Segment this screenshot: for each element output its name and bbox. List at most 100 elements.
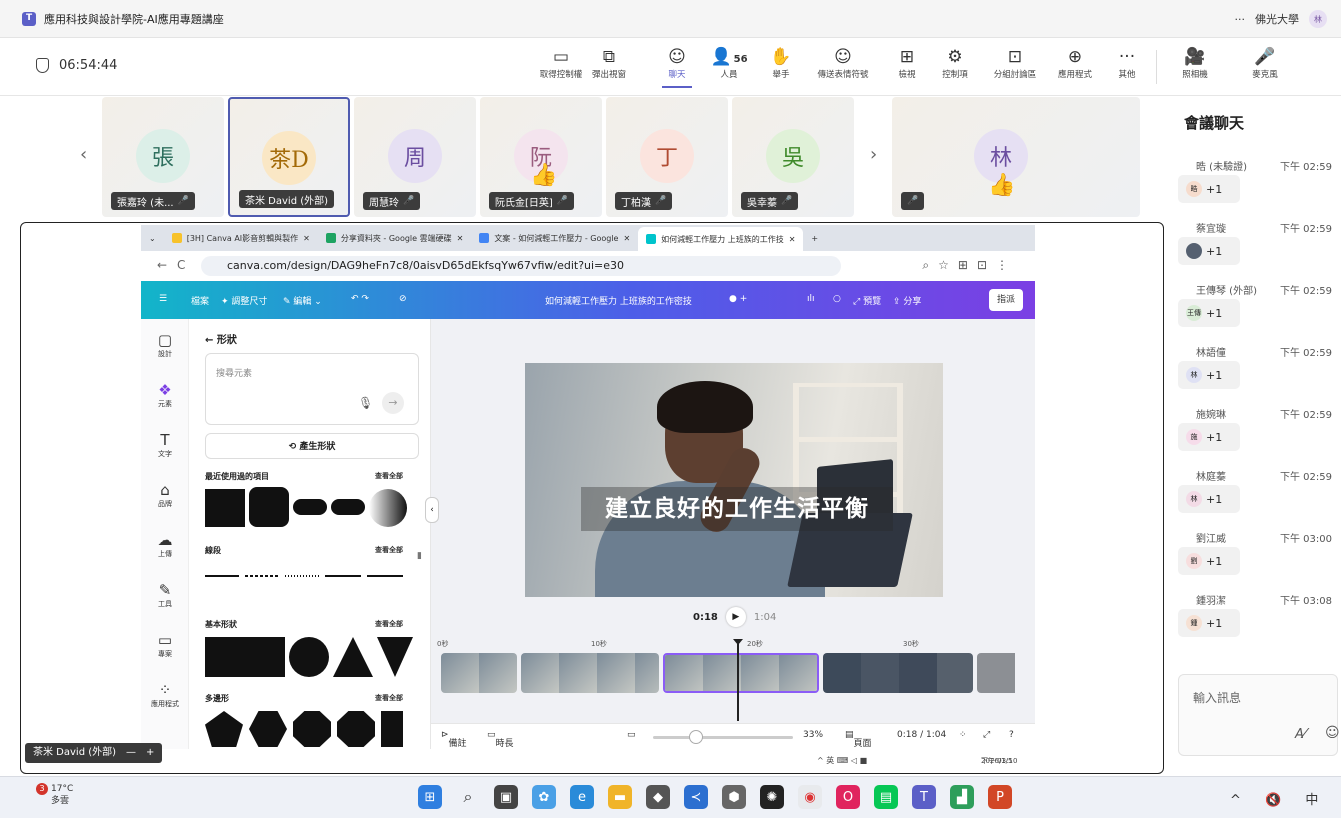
duration-button[interactable]: ▭ 時長: [487, 730, 514, 749]
collaborator-avatar[interactable]: ● +: [729, 294, 747, 304]
rail-item[interactable]: ✎ 工具: [141, 581, 189, 609]
shape-inverted-triangle[interactable]: [377, 637, 413, 677]
play-icon[interactable]: ▶: [725, 607, 746, 627]
shape-rounded-square[interactable]: [249, 487, 289, 527]
chat-message[interactable]: 王傳琴 (外部) 下午 02:59 王傳 +1: [1178, 282, 1338, 334]
timeline-clip[interactable]: [977, 653, 1033, 693]
gallery-next-icon[interactable]: ›: [870, 144, 877, 165]
chat-message[interactable]: 鍾羽潔 下午 03:08 鍾 +1: [1178, 592, 1338, 644]
line-arrow[interactable]: [325, 575, 361, 577]
shape-triangle[interactable]: [333, 637, 373, 677]
chat-message[interactable]: 施婉琳 下午 02:59 施 +1: [1178, 406, 1338, 458]
participant-tile-pinned[interactable]: 茶D 茶米 David (外部): [228, 97, 350, 217]
weather-widget[interactable]: 3 17°C 多雲: [36, 783, 73, 807]
fullscreen-icon[interactable]: ⤢: [983, 730, 990, 740]
participant-tile[interactable]: 張 張嘉玲 (未... 🎤: [102, 97, 224, 217]
participant-tile[interactable]: 丁 丁柏漢 🎤: [606, 97, 728, 217]
slide-canvas[interactable]: 建立良好的工作生活平衡: [525, 363, 943, 597]
undo-icon[interactable]: ↶ ↷: [351, 294, 369, 304]
shape-circle[interactable]: [289, 637, 329, 677]
participant-tile[interactable]: 阮 👍 阮氏金[日英] 🎤: [480, 97, 602, 217]
participant-tile[interactable]: 林 👍 🎤: [892, 97, 1140, 217]
popout-button[interactable]: ⧉ 彈出視窗: [580, 46, 638, 80]
chrome-icon[interactable]: ◉: [798, 785, 822, 809]
timeline-clip[interactable]: [441, 653, 517, 693]
timeline-clip[interactable]: [823, 653, 973, 693]
shape-pill[interactable]: [293, 499, 327, 515]
timeline-clip[interactable]: [521, 653, 659, 693]
timeline-clip-selected[interactable]: [663, 653, 819, 693]
reaction-badge[interactable]: 鍾 +1: [1178, 609, 1240, 637]
presenter-expand-icon[interactable]: +: [146, 743, 154, 763]
help-icon[interactable]: ?: [1009, 730, 1014, 740]
chat-message[interactable]: 林庭蓁 下午 02:59 林 +1: [1178, 468, 1338, 520]
line-dashed[interactable]: [245, 575, 279, 577]
mic-icon[interactable]: 🎙: [358, 396, 373, 410]
rail-item[interactable]: ☁ 上傳: [141, 531, 189, 559]
camera-button[interactable]: 🎥 照相機: [1166, 46, 1224, 80]
notes-button[interactable]: ⊳ 備註: [441, 730, 467, 749]
reaction-badge[interactable]: 施 +1: [1178, 423, 1240, 451]
powerpoint-icon[interactable]: P: [988, 785, 1012, 809]
teams-icon[interactable]: T: [912, 785, 936, 809]
collapse-panel-icon[interactable]: ‹: [425, 497, 439, 523]
see-all-link[interactable]: 查看全部: [375, 693, 403, 703]
breakout-button[interactable]: ⊡ 分組討論區: [986, 46, 1044, 80]
system-tray[interactable]: ^ 🔇 中: [1230, 789, 1328, 808]
chat-message[interactable]: 晧 (未驗證) 下午 02:59 晧 +1: [1178, 158, 1338, 210]
rail-item[interactable]: ❖ 元素: [141, 381, 189, 409]
arrow-right-icon[interactable]: →: [382, 392, 404, 414]
participant-tile[interactable]: 周 周慧玲 🎤: [354, 97, 476, 217]
app-icon[interactable]: ⬢: [722, 785, 746, 809]
page-size-icon[interactable]: ▭: [627, 730, 636, 740]
zoom-slider[interactable]: [653, 736, 793, 739]
see-all-link[interactable]: 查看全部: [375, 471, 403, 481]
rail-item[interactable]: ⌂ 品牌: [141, 481, 189, 509]
element-search[interactable]: 搜尋元素 🎙 →: [205, 353, 419, 425]
slide-caption[interactable]: 建立良好的工作生活平衡: [581, 487, 893, 531]
file-menu[interactable]: 檔案: [191, 294, 209, 307]
doc-title[interactable]: 如何減輕工作壓力 上班族的工作密技: [545, 294, 692, 307]
apps-button[interactable]: ⊕ 應用程式: [1046, 46, 1104, 80]
vscode-icon[interactable]: ≺: [684, 785, 708, 809]
generate-shape-button[interactable]: ⟲ 產生形狀: [205, 433, 419, 459]
browser-tab[interactable]: 文案 - 如何減輕工作壓力 - Google ✕: [471, 228, 638, 248]
shape-square[interactable]: [205, 489, 245, 527]
browser-tab-active[interactable]: 如何減輕工作壓力 上班族的工作技 ✕: [638, 227, 804, 251]
emoji-icon[interactable]: ☺: [1325, 725, 1340, 741]
shape-polygon[interactable]: [381, 711, 403, 747]
present-button[interactable]: ⤢ 預覽: [853, 294, 881, 307]
controls-button[interactable]: ⚙ 控制項: [926, 46, 984, 80]
shape-hexagon[interactable]: [249, 711, 287, 747]
back-to-elements[interactable]: ← 形狀: [205, 331, 237, 346]
edit-menu[interactable]: ✎ 編輯 ⌄: [283, 294, 322, 307]
app-icon[interactable]: ◆: [646, 785, 670, 809]
see-all-link[interactable]: 查看全部: [375, 545, 403, 555]
line-arrow[interactable]: [367, 575, 403, 577]
gallery-prev-icon[interactable]: ‹: [80, 144, 87, 165]
shape-square[interactable]: [245, 637, 285, 677]
reaction-badge[interactable]: 林 +1: [1178, 361, 1240, 389]
chat-input[interactable]: 輸入訊息 A⁄ ☺: [1178, 674, 1340, 756]
file-explorer-icon[interactable]: ▬: [608, 785, 632, 809]
chatgpt-icon[interactable]: ✺: [760, 785, 784, 809]
see-all-link[interactable]: 查看全部: [375, 619, 403, 629]
search-icon[interactable]: ⌕: [456, 785, 480, 809]
chat-message[interactable]: 蔡宜璇 下午 02:59 +1: [1178, 220, 1338, 272]
grid-view-icon[interactable]: ⁘: [959, 730, 967, 740]
url-field[interactable]: canva.com/design/DAG9heFn7c8/0aisvD65dEk…: [201, 256, 841, 276]
video-timeline[interactable]: 0秒 10秒 20秒 30秒: [431, 637, 1035, 721]
reaction-badge[interactable]: +1: [1178, 237, 1240, 265]
menu-icon[interactable]: ☰: [159, 294, 167, 304]
playhead[interactable]: [733, 639, 743, 721]
user-avatar[interactable]: 林: [1309, 10, 1327, 28]
shape-gradient-circle[interactable]: [369, 489, 407, 527]
shape-decagon[interactable]: [337, 711, 375, 747]
rail-item[interactable]: ▭ 專案: [141, 631, 189, 659]
rail-item[interactable]: T 文字: [141, 431, 189, 459]
shape-pill[interactable]: [331, 499, 365, 515]
opera-icon[interactable]: O: [836, 785, 860, 809]
reaction-badge[interactable]: 林 +1: [1178, 485, 1240, 513]
assign-button[interactable]: 指派: [988, 289, 1023, 311]
chat-message[interactable]: 劉江威 下午 03:00 劉 +1: [1178, 530, 1338, 582]
